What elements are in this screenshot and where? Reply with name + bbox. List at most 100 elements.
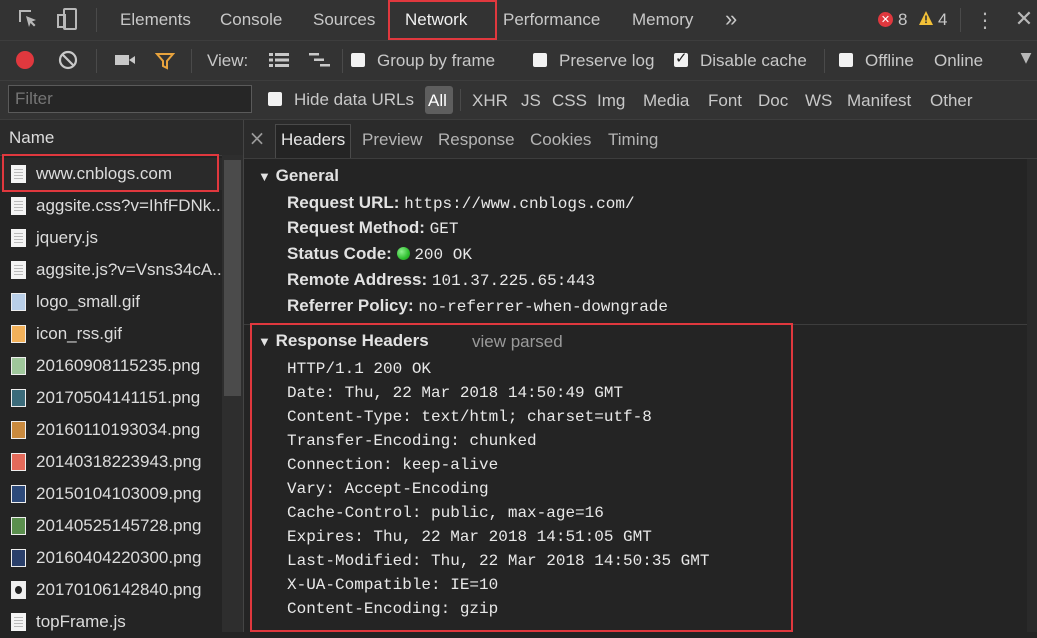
filter-input[interactable] xyxy=(8,85,252,113)
image-icon xyxy=(11,517,26,535)
preserve-log-checkbox[interactable] xyxy=(533,53,547,67)
filter-icon[interactable] xyxy=(154,51,176,71)
offline-label[interactable]: Offline xyxy=(865,42,914,80)
request-row[interactable]: aggsite.js?v=Vsns34cA.. xyxy=(0,254,222,286)
dropdown-arrow-icon[interactable]: ▼ xyxy=(1018,50,1034,68)
detail-scrollbar[interactable] xyxy=(1027,159,1037,632)
selected-request-highlight xyxy=(2,154,219,192)
close-detail-icon[interactable]: × xyxy=(248,126,266,150)
clear-icon[interactable] xyxy=(58,50,78,70)
document-icon xyxy=(11,197,26,215)
image-icon xyxy=(11,389,26,407)
tab-memory[interactable]: Memory xyxy=(632,0,693,40)
capture-screenshots-icon[interactable] xyxy=(114,52,136,68)
request-row[interactable]: 20150104103009.png xyxy=(0,478,222,510)
request-row[interactable]: 20170504141151.png xyxy=(0,382,222,414)
type-filter-other[interactable]: Other xyxy=(930,82,973,120)
type-filter-font[interactable]: Font xyxy=(708,82,742,120)
request-url-row: Request URL: https://www.cnblogs.com/ xyxy=(287,193,635,213)
image-icon xyxy=(11,357,26,375)
tab-preview[interactable]: Preview xyxy=(362,120,422,158)
request-row[interactable]: 20160404220300.png xyxy=(0,542,222,574)
request-list-scroll-thumb[interactable] xyxy=(224,160,241,396)
request-row[interactable]: logo_small.gif xyxy=(0,286,222,318)
name-column-header[interactable]: Name xyxy=(0,120,243,156)
preserve-log-label[interactable]: Preserve log xyxy=(559,42,654,80)
request-row[interactable]: 20160110193034.png xyxy=(0,414,222,446)
image-icon xyxy=(11,485,26,503)
tab-console[interactable]: Console xyxy=(220,0,282,40)
image-icon xyxy=(11,549,26,567)
document-icon xyxy=(11,261,26,279)
hide-data-urls-label[interactable]: Hide data URLs xyxy=(294,81,414,119)
kebab-menu-icon[interactable]: ⋮ xyxy=(975,8,995,32)
tab-timing[interactable]: Timing xyxy=(608,120,658,158)
image-icon xyxy=(11,453,26,471)
image-icon xyxy=(11,581,26,599)
document-icon xyxy=(11,613,26,631)
more-tabs-icon[interactable]: » xyxy=(725,0,737,40)
group-by-frame-label[interactable]: Group by frame xyxy=(377,42,495,80)
expand-triangle-icon: ▼ xyxy=(258,169,271,184)
type-filter-css[interactable]: CSS xyxy=(552,82,587,120)
request-row[interactable]: 20140525145728.png xyxy=(0,510,222,542)
type-filter-manifest[interactable]: Manifest xyxy=(847,82,911,120)
close-icon[interactable]: ✕ xyxy=(1012,6,1036,34)
tab-cookies[interactable]: Cookies xyxy=(530,120,591,158)
request-row[interactable]: 20170106142840.png xyxy=(0,574,222,606)
request-row[interactable]: aggsite.css?v=IhfFDNk.. xyxy=(0,190,222,222)
request-row[interactable]: jquery.js xyxy=(0,222,222,254)
referrer-policy-row: Referrer Policy: no-referrer-when-downgr… xyxy=(287,296,668,316)
throttling-select[interactable]: Online xyxy=(934,42,983,80)
type-filter-media[interactable]: Media xyxy=(643,82,689,120)
image-icon xyxy=(11,293,26,311)
warning-count[interactable]: 4 xyxy=(938,0,947,40)
image-icon xyxy=(11,421,26,439)
status-ok-dot-icon xyxy=(396,247,410,260)
type-filter-all-label[interactable]: All xyxy=(428,82,447,120)
image-icon xyxy=(11,325,26,343)
waterfall-icon[interactable] xyxy=(308,52,332,68)
large-rows-icon[interactable] xyxy=(268,52,290,68)
tab-performance[interactable]: Performance xyxy=(503,0,600,40)
request-row[interactable]: icon_rss.gif xyxy=(0,318,222,350)
hide-data-urls-checkbox[interactable] xyxy=(268,92,282,106)
response-headers-highlight xyxy=(250,323,793,632)
offline-checkbox[interactable] xyxy=(839,53,853,67)
tab-network[interactable]: Network xyxy=(405,0,467,40)
inspect-element-icon[interactable] xyxy=(14,6,42,34)
detail-tab-bar: × Headers Preview Response Cookies Timin… xyxy=(244,120,1037,159)
remote-address-row: Remote Address: 101.37.225.65:443 xyxy=(287,270,596,290)
view-label: View: xyxy=(207,51,249,70)
tab-sources[interactable]: Sources xyxy=(313,0,375,40)
document-icon xyxy=(11,229,26,247)
error-icon[interactable]: ✕ xyxy=(878,12,893,27)
request-row[interactable]: 20160908115235.png xyxy=(0,350,222,382)
tab-elements[interactable]: Elements xyxy=(120,0,191,40)
disable-cache-checkbox[interactable] xyxy=(674,49,688,67)
error-count[interactable]: 8 xyxy=(898,0,907,40)
status-code-row: Status Code: 200 OK xyxy=(287,244,472,264)
general-title: General xyxy=(275,166,339,185)
group-by-frame-checkbox[interactable] xyxy=(351,53,365,67)
disable-cache-label[interactable]: Disable cache xyxy=(700,42,807,80)
request-row[interactable]: 20140318223943.png xyxy=(0,446,222,478)
tab-headers[interactable]: Headers xyxy=(281,120,345,158)
type-filter-doc[interactable]: Doc xyxy=(758,82,788,120)
record-button[interactable] xyxy=(16,51,34,69)
tab-response[interactable]: Response xyxy=(438,120,515,158)
type-filter-xhr[interactable]: XHR xyxy=(472,82,508,120)
network-toolbar: View: Group by frame Preserve log Disabl… xyxy=(0,41,1037,81)
request-list: www.cnblogs.com aggsite.css?v=IhfFDNk.. … xyxy=(0,156,222,632)
type-filter-img[interactable]: Img xyxy=(597,82,625,120)
type-filter-ws[interactable]: WS xyxy=(805,82,832,120)
request-method-row: Request Method: GET xyxy=(287,218,459,238)
device-toolbar-icon[interactable] xyxy=(54,6,82,34)
name-header-label: Name xyxy=(9,128,55,147)
warning-icon[interactable] xyxy=(918,10,934,26)
type-filter-js[interactable]: JS xyxy=(521,82,541,120)
filter-bar: Hide data URLs All XHR JS CSS Img Media … xyxy=(0,81,1037,120)
devtools-tab-bar: Elements Console Sources Network Perform… xyxy=(0,0,1037,41)
request-row[interactable]: topFrame.js xyxy=(0,606,222,638)
general-section-header[interactable]: ▼ General xyxy=(258,166,339,186)
